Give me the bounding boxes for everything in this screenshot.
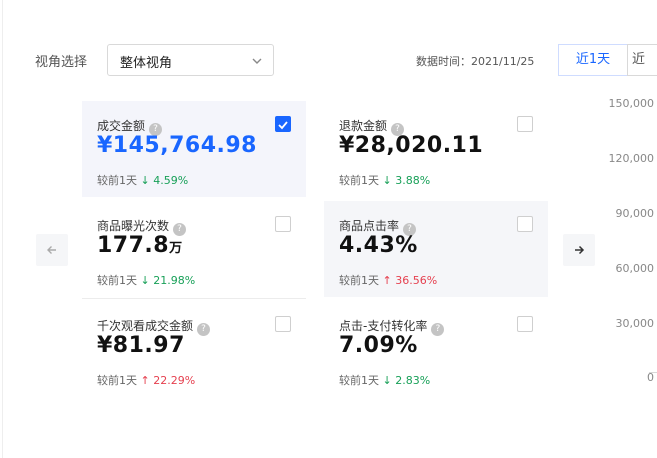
metric-value: ¥81.97 xyxy=(97,333,185,358)
view-select-label: 视角选择 xyxy=(35,55,88,70)
metric-change-value: 4.59% xyxy=(153,174,189,187)
period-1day-button[interactable]: 近1天 xyxy=(558,44,628,76)
metric-value: 4.43% xyxy=(339,233,418,258)
metric-checkbox[interactable] xyxy=(275,316,291,332)
metric-value: ¥28,020.11 xyxy=(339,133,484,158)
row-divider xyxy=(82,298,306,299)
y-axis-tick: 60,000 xyxy=(615,262,655,275)
y-axis-tick: 120,000 xyxy=(608,152,655,165)
compare-label: 较前1天 xyxy=(339,174,379,187)
metric-card-gmv[interactable]: 成交金额? ¥145,764.98 较前1天 ↓ 4.59% xyxy=(82,101,306,197)
metric-checkbox[interactable] xyxy=(517,216,533,232)
metric-change: 较前1天 ↓ 2.83% xyxy=(339,372,430,388)
compare-label: 较前1天 xyxy=(339,274,379,287)
compare-label: 较前1天 xyxy=(97,274,137,287)
y-axis-tick: 90,000 xyxy=(615,207,655,220)
metric-value: 7.09% xyxy=(339,333,418,358)
compare-label: 较前1天 xyxy=(97,374,137,387)
check-icon xyxy=(278,121,288,130)
chart-x-axis xyxy=(649,372,657,373)
metric-card-product-impressions[interactable]: 商品曝光次数? 177.8万 较前1天 ↓ 21.98% xyxy=(82,201,306,297)
compare-label: 较前1天 xyxy=(97,174,137,187)
data-time: 数据时间：2021/11/25 xyxy=(416,55,535,68)
metric-checkbox[interactable] xyxy=(275,216,291,232)
arrow-down-icon: ↓ xyxy=(382,374,392,387)
view-select-value: 整体视角 xyxy=(120,56,173,71)
metric-card-gpm[interactable]: 千次观看成交金额? ¥81.97 较前1天 ↑ 22.29% xyxy=(82,301,306,397)
metric-checkbox[interactable] xyxy=(517,316,533,332)
help-icon[interactable]: ? xyxy=(197,323,211,336)
metric-card-product-ctr[interactable]: 商品点击率? 4.43% 较前1天 ↑ 36.56% xyxy=(324,201,548,297)
metric-change: 较前1天 ↑ 36.56% xyxy=(339,272,437,288)
metric-change-value: 36.56% xyxy=(395,274,438,287)
y-axis-tick: 150,000 xyxy=(608,97,655,110)
period-next-button[interactable]: 近 xyxy=(627,44,657,76)
arrow-down-icon: ↓ xyxy=(140,274,150,287)
arrow-left-icon xyxy=(47,246,56,254)
arrow-up-icon: ↑ xyxy=(382,274,392,287)
arrow-up-icon: ↑ xyxy=(140,374,150,387)
metric-change: 较前1天 ↓ 21.98% xyxy=(97,272,195,288)
metric-checkbox[interactable] xyxy=(517,116,533,132)
metric-change: 较前1天 ↓ 4.59% xyxy=(97,172,188,188)
y-axis-tick: 30,000 xyxy=(615,317,655,330)
metric-change-value: 2.83% xyxy=(395,374,431,387)
arrow-down-icon: ↓ xyxy=(382,174,392,187)
chevron-down-icon xyxy=(252,58,262,64)
panel-left-border xyxy=(2,0,3,458)
carousel-next-button[interactable] xyxy=(563,234,595,266)
metric-unit: 万 xyxy=(169,241,183,256)
view-select-dropdown[interactable]: 整体视角 xyxy=(107,44,274,76)
metric-checkbox[interactable] xyxy=(275,116,291,132)
metric-change: 较前1天 ↓ 3.88% xyxy=(339,172,430,188)
metric-value: 177.8万 xyxy=(97,233,183,258)
metric-value: ¥145,764.98 xyxy=(97,133,257,158)
compare-label: 较前1天 xyxy=(339,374,379,387)
carousel-prev-button[interactable] xyxy=(36,234,68,266)
arrow-down-icon: ↓ xyxy=(140,174,150,187)
arrow-right-icon xyxy=(575,245,585,255)
metric-change-value: 3.88% xyxy=(395,174,431,187)
help-icon[interactable]: ? xyxy=(431,323,445,336)
metric-card-click-pay-conversion[interactable]: 点击-支付转化率? 7.09% 较前1天 ↓ 2.83% xyxy=(324,301,548,397)
metric-change-value: 21.98% xyxy=(153,274,196,287)
metric-change-value: 22.29% xyxy=(153,374,196,387)
metric-card-refund-amount[interactable]: 退款金额? ¥28,020.11 较前1天 ↓ 3.88% xyxy=(324,101,548,197)
metric-change: 较前1天 ↑ 22.29% xyxy=(97,372,195,388)
